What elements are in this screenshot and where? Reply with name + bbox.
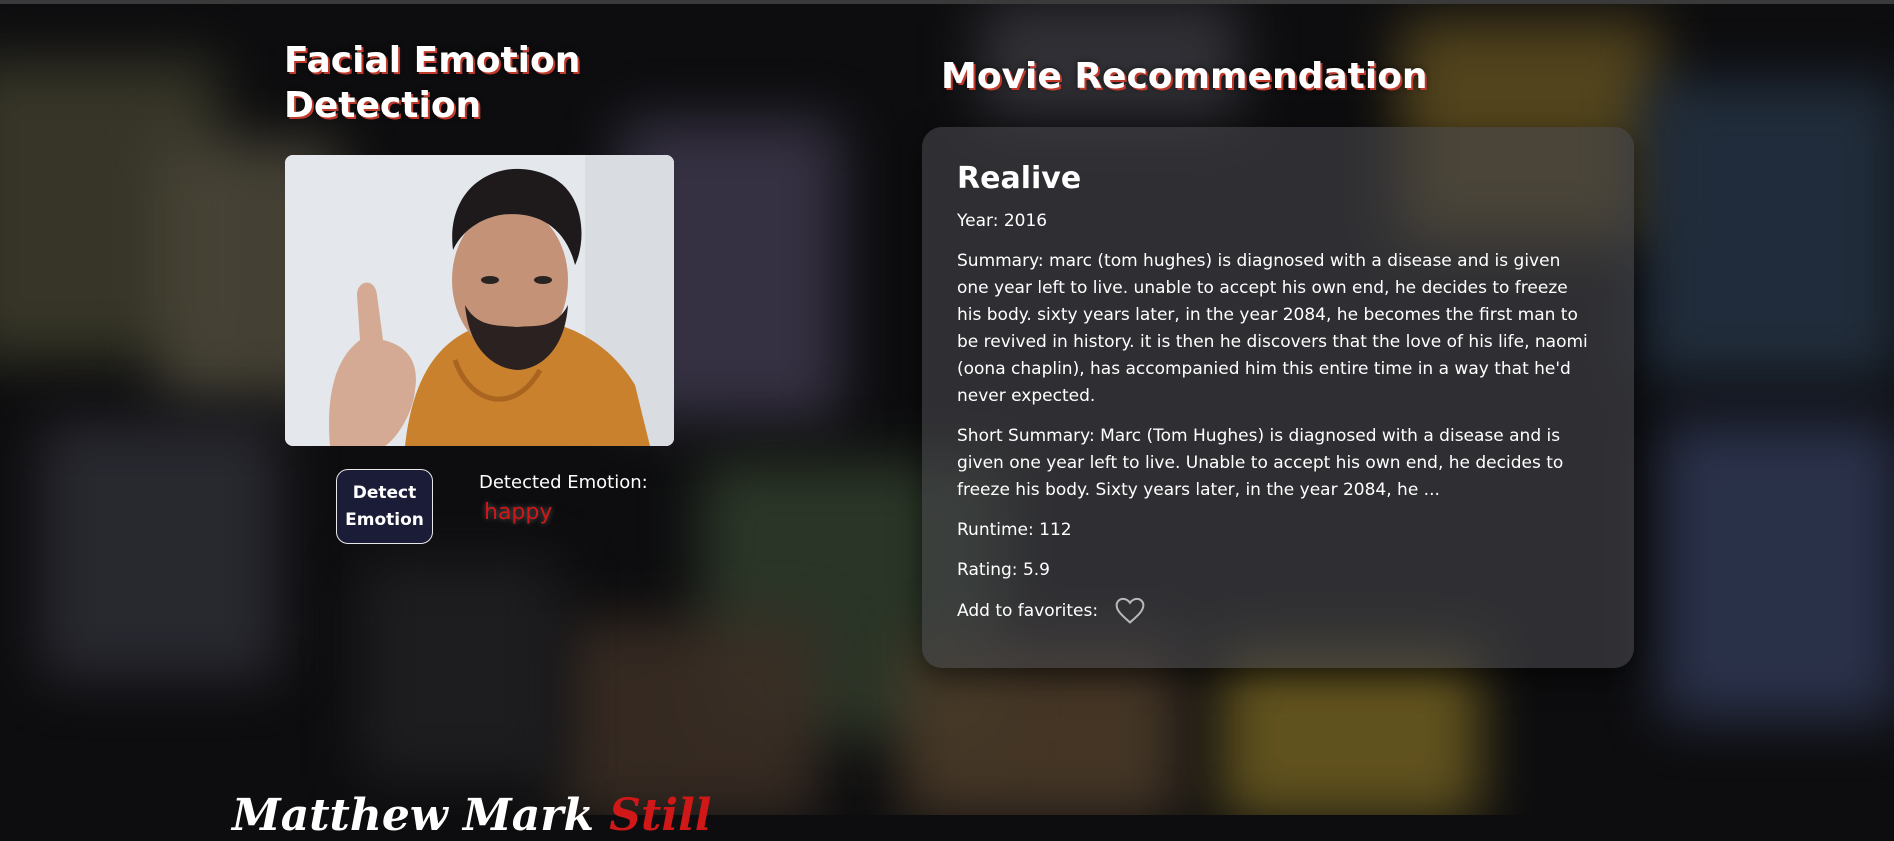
add-to-favorites-label: Add to favorites: [957,601,1099,621]
webcam-capture-image [285,155,674,446]
movie-year: Year: 2016 [957,211,1048,231]
facial-emotion-title: Facial Emotion Detection [284,40,581,126]
bottom-text-white: Matthew Mark [232,790,594,841]
bottom-text-red: Still [609,790,712,841]
bottom-banner-text: Matthew Mark Still [232,790,712,841]
detect-emotion-button[interactable]: Detect Emotion [336,469,433,544]
movie-recommendation-title: Movie Recommendation [941,56,1428,97]
movie-short-summary: Short Summary: Marc (Tom Hughes) is diag… [957,426,1564,500]
movie-runtime: Runtime: 112 [957,520,1072,540]
top-bar [0,0,1894,4]
movie-rating: Rating: 5.9 [957,560,1050,580]
movie-summary: Summary: marc (tom hughes) is diagnosed … [957,251,1588,406]
movie-title: Realive [957,161,1082,196]
add-to-favorites-row: Add to favorites: [957,597,1597,625]
heart-outline-icon[interactable] [1114,597,1146,625]
detected-emotion-label: Detected Emotion: [479,472,648,493]
detected-emotion-value: happy [484,500,553,525]
movie-card: Realive Year: 2016 Summary: marc (tom hu… [922,127,1634,668]
